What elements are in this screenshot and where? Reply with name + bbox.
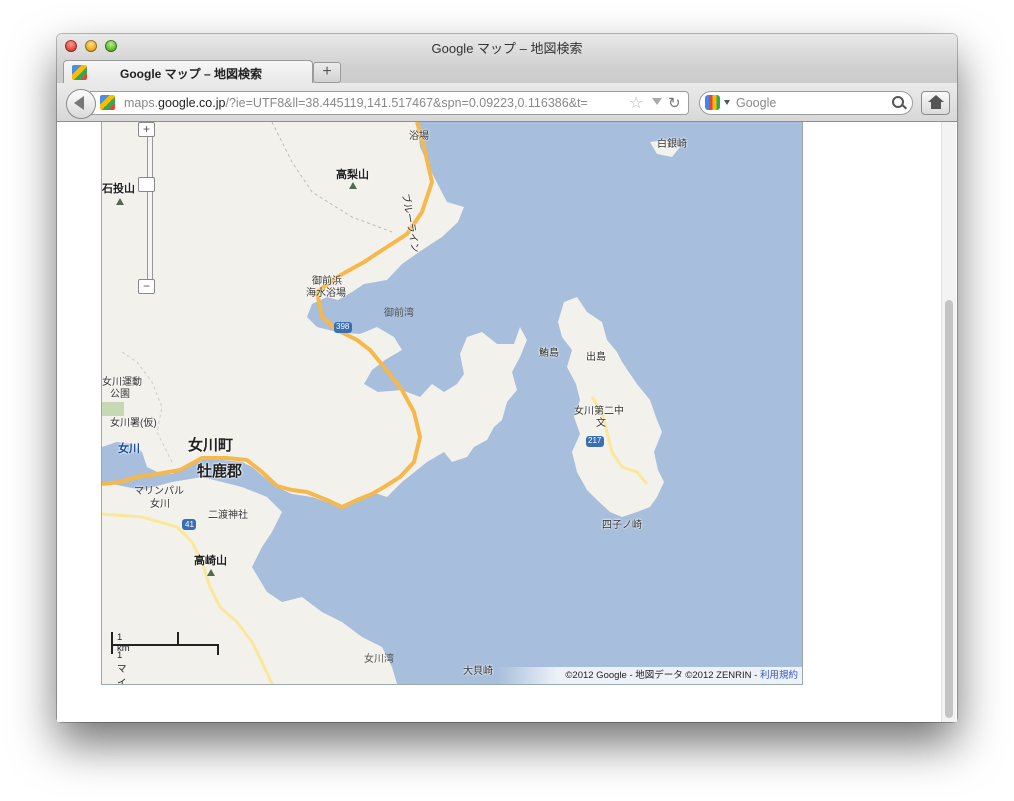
zoom-in-button[interactable]: + xyxy=(138,122,155,137)
place-label: 四子ノ崎 xyxy=(602,520,642,531)
place-label: 鮪島 xyxy=(539,348,559,359)
map-attribution: ©2012 Google - 地図データ ©2012 ZENRIN - 利用規約 xyxy=(497,667,802,684)
page-content: 浴場 白銀崎 石投山 高梨山 ブルーライン 御前浜 海水浴場 御前湾 398 鮪… xyxy=(57,122,957,722)
browser-window: Google マップ – 地図検索 Google マップ – 地図検索 + ma… xyxy=(57,34,957,722)
attribution-text: ©2012 Google - 地図データ ©2012 ZENRIN - xyxy=(565,670,760,681)
url-host: google.co.jp xyxy=(158,96,226,110)
town-label: 女川町 xyxy=(188,437,234,454)
magnifier-icon[interactable] xyxy=(892,96,904,108)
terms-link[interactable]: 利用規約 xyxy=(760,670,798,681)
url-text[interactable]: maps.google.co.jp/?ie=UTF8&ll=38.445119,… xyxy=(124,96,588,110)
map-view[interactable]: 浴場 白銀崎 石投山 高梨山 ブルーライン 御前浜 海水浴場 御前湾 398 鮪… xyxy=(101,122,803,685)
url-path: /?ie=UTF8&ll=38.445119,141.517467&spn=0.… xyxy=(225,96,588,110)
tab-label: Google マップ – 地図検索 xyxy=(120,67,263,81)
google-search-engine-icon[interactable] xyxy=(705,95,720,110)
mountain-icon xyxy=(349,182,357,189)
back-arrow-icon xyxy=(74,96,84,110)
route-number: 398 xyxy=(336,322,350,331)
place-label: 女川 xyxy=(150,499,170,510)
search-box[interactable]: Google xyxy=(699,91,913,115)
place-label: 高崎山 xyxy=(194,555,227,567)
address-bar[interactable]: maps.google.co.jp/?ie=UTF8&ll=38.445119,… xyxy=(90,91,689,115)
history-dropdown-icon[interactable] xyxy=(652,98,662,105)
zoom-out-button[interactable]: − xyxy=(138,279,155,294)
place-label: 海水浴場 xyxy=(306,288,346,299)
search-placeholder: Google xyxy=(736,96,777,110)
place-label: 公園 xyxy=(110,389,130,400)
zoom-slider-track[interactable] xyxy=(147,122,153,294)
place-label: 浴場 xyxy=(409,131,429,142)
place-label: 出島 xyxy=(586,352,606,363)
google-maps-favicon-icon xyxy=(72,65,87,80)
place-label: 女川署(仮) xyxy=(110,418,157,429)
zoom-slider-handle[interactable] xyxy=(138,177,155,192)
place-label: 石投山 xyxy=(102,183,135,195)
water-label: 御前湾 xyxy=(384,308,414,319)
scrollbar-thumb[interactable] xyxy=(945,300,953,718)
tab-google-maps[interactable]: Google マップ – 地図検索 xyxy=(63,60,313,84)
window-title: Google マップ – 地図検索 xyxy=(431,41,583,56)
reload-icon[interactable]: ↻ xyxy=(668,94,681,112)
mountain-icon xyxy=(207,569,215,576)
home-icon xyxy=(928,95,944,102)
back-button[interactable] xyxy=(66,89,96,119)
route-number: 41 xyxy=(185,520,194,529)
engine-dropdown-icon[interactable] xyxy=(724,100,730,105)
home-button[interactable] xyxy=(921,91,950,115)
place-label: 高梨山 xyxy=(336,169,369,181)
bookmark-star-icon[interactable]: ☆ xyxy=(629,93,643,113)
url-host-prefix: maps. xyxy=(124,96,159,110)
place-label: 大貝崎 xyxy=(463,666,493,677)
site-favicon-icon xyxy=(100,95,115,110)
vertical-scrollbar[interactable] xyxy=(941,122,956,722)
scale-mile-label: 1 マイル xyxy=(117,650,127,685)
place-label: 白銀崎 xyxy=(657,139,687,150)
map-canvas[interactable] xyxy=(102,122,802,684)
water-label: 女川湾 xyxy=(364,654,394,665)
route-number: 217 xyxy=(588,436,602,445)
shrine-label: 二渡神社 xyxy=(208,510,248,521)
new-tab-button[interactable]: + xyxy=(313,62,341,83)
district-label: 牡鹿郡 xyxy=(197,463,243,480)
mountain-icon xyxy=(116,198,124,205)
school-icon-label: 文 xyxy=(596,418,606,429)
station-label: 女川 xyxy=(118,443,140,455)
